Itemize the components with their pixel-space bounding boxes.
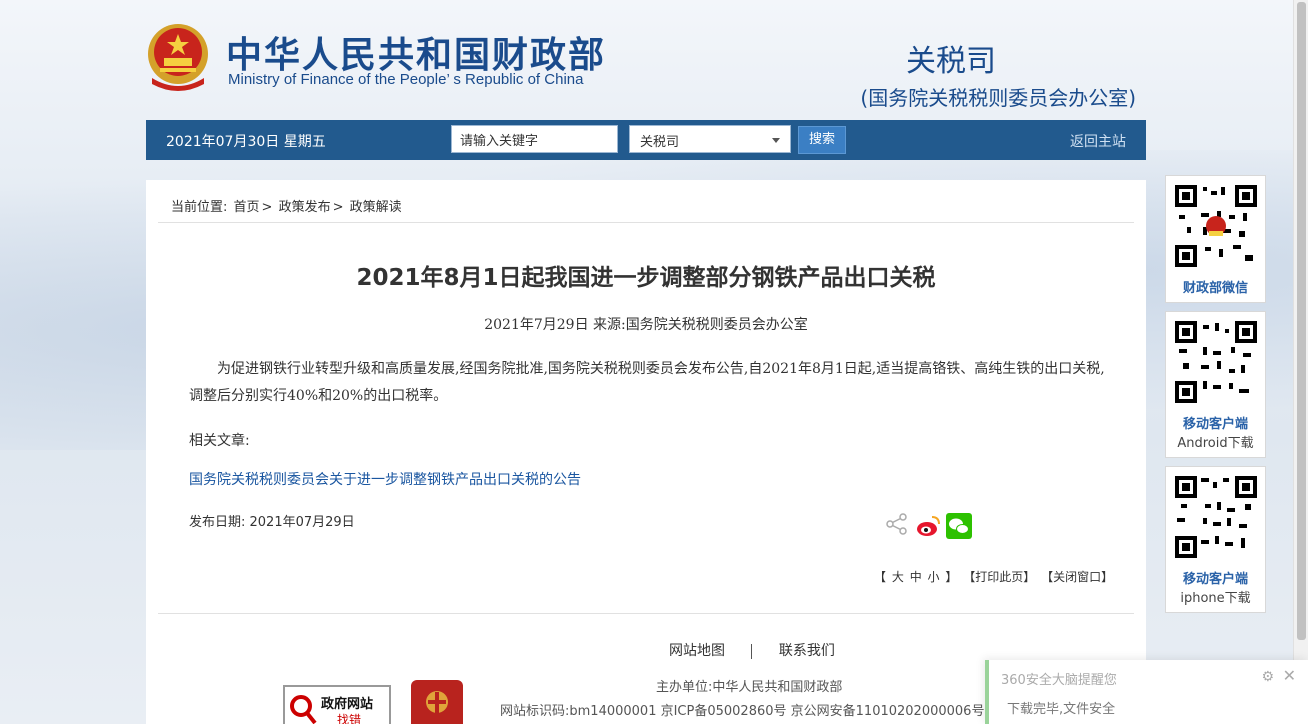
breadcrumb-label: 当前位置: <box>171 200 228 215</box>
nav-bar: 2021年07月30日 星期五 请输入关键字 关税司 搜索 返回主站 <box>146 120 1146 160</box>
gov-badge-text: 政府网站 <box>321 697 374 712</box>
qr-sublabel <box>1166 296 1265 302</box>
wechat-icon[interactable] <box>946 513 972 539</box>
article-body: 为促进钢铁行业转型升级和高质量发展,经国务院批准,国务院关税税则委员会发布公告,… <box>189 361 1105 404</box>
qr-sublabel: iphone下载 <box>1180 591 1251 606</box>
gov-site-error-badge[interactable]: 政府网站 找错 <box>283 685 391 724</box>
breadcrumb-item-interpretation[interactable]: 政策解读 <box>350 200 402 215</box>
contact-link[interactable]: 联系我们 <box>779 643 835 659</box>
font-medium-button[interactable]: 中 <box>910 570 922 584</box>
national-emblem-icon <box>148 24 208 91</box>
article-meta: 2021年7月29日 来源:国务院关税税则委员会办公室 <box>484 317 808 333</box>
qr-label: 财政部微信 <box>1182 281 1248 296</box>
qr-label: 移动客户端 <box>1182 572 1248 587</box>
qr-box-iphone[interactable]: 移动客户端 iphone下载 <box>1165 466 1266 613</box>
font-large-button[interactable]: 大 <box>892 570 904 584</box>
bracket: 】 <box>945 570 958 584</box>
divider <box>158 222 1134 223</box>
gear-icon[interactable]: ⚙ <box>1261 669 1274 685</box>
department-name: 关税司 <box>906 44 996 79</box>
breadcrumb: 当前位置: 首页 > 政策发布 > 政策解读 <box>171 196 404 215</box>
return-main-site-link[interactable]: 返回主站 <box>1070 131 1126 151</box>
magnifier-icon <box>290 695 317 724</box>
breadcrumb-item-home[interactable]: 首页 <box>234 200 260 215</box>
font-size-controls: 【 大 中 小 】 【打印此页】 【关闭窗口】 <box>874 568 1115 585</box>
gov-badge-subtext: 找错 <box>337 713 362 724</box>
divider <box>158 613 1134 614</box>
search-button[interactable]: 搜索 <box>798 126 846 154</box>
related-article-link[interactable]: 国务院关税税则委员会关于进一步调整钢铁产品出口关税的公告 <box>189 469 581 489</box>
close-icon[interactable]: ✕ <box>1283 666 1296 685</box>
scrollbar-thumb[interactable] <box>1297 2 1306 640</box>
share-icon[interactable] <box>884 511 910 537</box>
sitemap-link[interactable]: 网站地图 <box>669 643 725 659</box>
divider <box>751 643 753 659</box>
site-header: 中华人民共和国财政部 Ministry of Finance of the Pe… <box>146 18 1146 118</box>
related-articles-label: 相关文章: <box>189 433 250 449</box>
site-registration-ids: 网站标识码:bm14000001 京ICP备05002860号 京公网安备110… <box>500 704 985 719</box>
article-title: 2021年8月1日起我国进一步调整部分钢铁产品出口关税 <box>356 265 936 291</box>
department-select-value: 关税司 <box>640 135 680 150</box>
host-organization: 主办单位:中华人民共和国财政部 <box>656 680 843 695</box>
breadcrumb-item-policy[interactable]: 政策发布 <box>279 200 331 215</box>
breadcrumb-sep: > <box>261 200 273 215</box>
current-date: 2021年07月30日 星期五 <box>166 134 326 150</box>
qr-code-icon <box>1172 319 1259 405</box>
qr-box-wechat[interactable]: 财政部微信 <box>1165 175 1266 303</box>
qr-label: 移动客户端 <box>1182 417 1248 432</box>
chevron-down-icon <box>772 138 780 143</box>
download-notification-popup: 360安全大脑提醒您 下载完毕,文件安全 ⚙ ✕ <box>985 660 1308 724</box>
breadcrumb-sep: > <box>332 200 344 215</box>
qr-code-icon <box>1172 474 1259 560</box>
search-input[interactable]: 请输入关键字 <box>451 125 618 153</box>
publish-date: 发布日期: 2021年07月29日 <box>189 515 355 530</box>
close-window-button[interactable]: 【关闭窗口】 <box>1041 570 1113 584</box>
qr-box-android[interactable]: 移动客户端 Android下载 <box>1165 311 1266 458</box>
qr-code-icon <box>1172 183 1259 269</box>
footer-links: 网站地图 联系我们 <box>669 640 835 660</box>
qr-sublabel: Android下载 <box>1177 436 1254 451</box>
font-small-button[interactable]: 小 <box>928 570 940 584</box>
weibo-icon[interactable] <box>915 513 941 539</box>
popup-title: 360安全大脑提醒您 <box>1001 673 1117 688</box>
emblem-icon <box>426 691 448 714</box>
print-page-button[interactable]: 【打印此页】 <box>963 570 1035 584</box>
article-card: 当前位置: 首页 > 政策发布 > 政策解读 2021年8月1日起我国进一步调整部分… <box>146 180 1146 724</box>
popup-message: 下载完毕,文件安全 <box>1007 702 1116 717</box>
page-scrollbar[interactable] <box>1293 0 1308 724</box>
site-title-en: Ministry of Finance of the People’ s Rep… <box>228 71 584 88</box>
bracket: 【 <box>874 570 887 584</box>
department-select[interactable]: 关税司 <box>629 125 791 153</box>
department-subtitle: (国务院关税税则委员会办公室) <box>860 86 1136 110</box>
party-organization-badge-icon[interactable] <box>411 680 463 724</box>
